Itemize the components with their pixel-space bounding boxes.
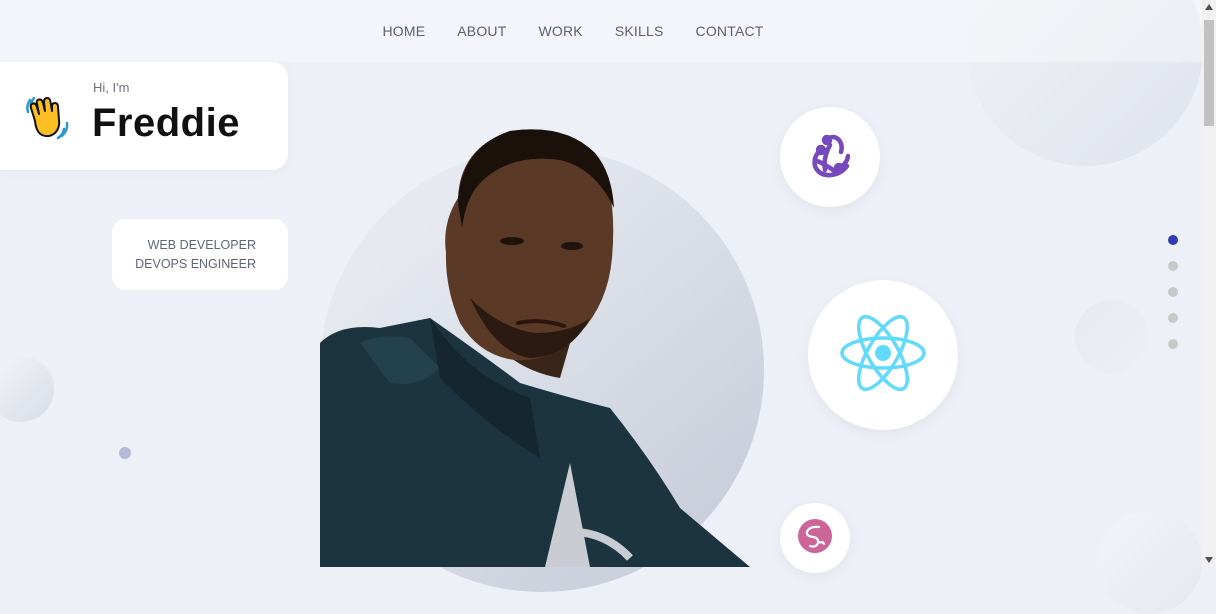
decorative-dot	[119, 447, 131, 459]
skill-bubble-react	[808, 280, 958, 430]
profile-photo	[320, 129, 750, 567]
scroll-up-icon[interactable]	[1202, 0, 1216, 14]
nav-link-contact[interactable]: CONTACT	[696, 23, 764, 39]
nav-list: HOME ABOUT WORK SKILLS CONTACT	[382, 23, 763, 39]
greeting-text: Hi, I'm	[93, 80, 130, 95]
nav-link-about[interactable]: ABOUT	[457, 23, 506, 39]
nav-link-work[interactable]: WORK	[538, 23, 582, 39]
page-dot-work[interactable]	[1168, 287, 1178, 297]
page-dot-about[interactable]	[1168, 261, 1178, 271]
skill-bubble-sass	[780, 503, 850, 573]
nav-link-skills[interactable]: SKILLS	[615, 23, 664, 39]
skill-bubble-redux	[780, 107, 880, 207]
waving-hand-icon	[24, 94, 70, 145]
role-text: DEVOPS ENGINEER	[135, 256, 256, 271]
nav-link-home[interactable]: HOME	[382, 23, 425, 39]
page-dot-contact[interactable]	[1168, 339, 1178, 349]
role-text: WEB DEVELOPER	[147, 237, 256, 252]
sass-icon	[797, 518, 833, 559]
decorative-circle	[1098, 510, 1202, 614]
navbar: HOME ABOUT WORK SKILLS CONTACT	[0, 0, 1202, 62]
scrollbar-thumb[interactable]	[1204, 20, 1214, 126]
react-icon	[839, 313, 927, 398]
greeting-card: Hi, I'm Freddie	[0, 62, 288, 170]
page-dot-skills[interactable]	[1168, 313, 1178, 323]
decorative-circle	[1075, 300, 1149, 374]
hero-name: Freddie	[92, 101, 240, 145]
vertical-scrollbar[interactable]	[1202, 0, 1216, 567]
scroll-down-icon[interactable]	[1202, 553, 1216, 567]
section-pagination	[1168, 235, 1178, 349]
page-dot-home[interactable]	[1168, 235, 1178, 245]
role-card: WEB DEVELOPER DEVOPS ENGINEER	[112, 219, 288, 290]
decorative-circle	[0, 356, 54, 422]
redux-icon	[803, 128, 857, 187]
